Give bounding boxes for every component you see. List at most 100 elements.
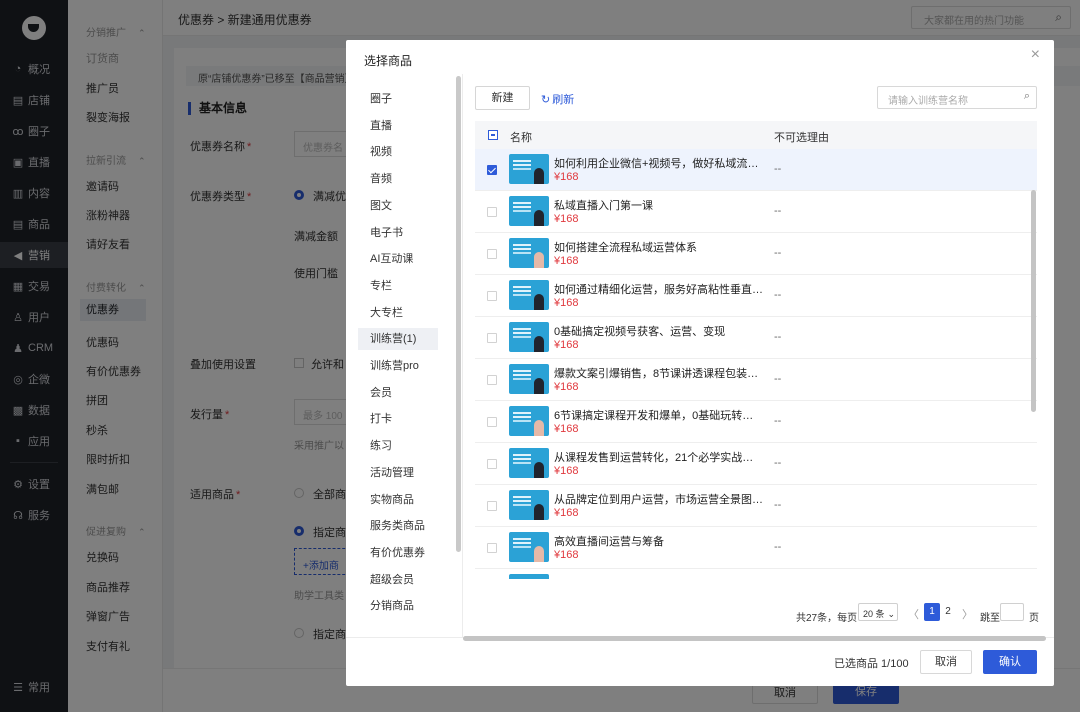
modal-confirm-button[interactable]: 确认 [983,650,1037,674]
category-item[interactable]: AI互动课 [358,248,438,270]
category-item[interactable]: 直播 [358,115,438,137]
course-thumbnail [509,322,549,352]
goods-price: ¥168 [554,465,579,477]
goods-price: ¥168 [554,171,579,183]
goods-name: 如何搭建全流程私域运营体系 [554,242,697,254]
page-size-select[interactable]: 20 条 ⌄ [858,603,898,621]
table-row[interactable]: 6节课搞定课程开发和爆单，0基础玩转引流变现 ¥168 -- [475,401,1037,443]
category-item[interactable]: 练习 [358,435,438,457]
row-checkbox[interactable] [487,249,497,259]
search-icon[interactable]: ⌕ [1024,90,1030,103]
course-thumbnail [509,364,549,394]
row-checkbox[interactable] [487,165,497,175]
table-row[interactable]: 如何通过精细化运营，服务好高粘性垂直类用户 ¥168 -- [475,275,1037,317]
course-thumbnail [509,448,549,478]
unselectable-reason: -- [774,499,782,511]
category-item[interactable]: 活动管理 [358,462,438,484]
goods-name: 0基础搞定视频号获客、运营、变现 [554,326,726,338]
goods-price: ¥168 [554,339,579,351]
goods-price: ¥168 [554,297,579,309]
category-item[interactable]: 音频 [358,168,438,190]
page-2[interactable]: 2 [940,603,956,621]
category-item[interactable]: 有价优惠券 [358,542,438,564]
goods-search-input[interactable]: 请输入训练营名称 ⌕ [877,86,1037,109]
total-text: 共27条，每页 [796,613,858,624]
column-header-reason: 不可选理由 [774,132,829,144]
horizontal-scrollbar[interactable] [463,636,1046,641]
goods-price: ¥168 [554,507,579,519]
goods-price: ¥168 [554,423,579,435]
unselectable-reason: -- [774,163,782,175]
table-header: 名称 不可选理由 [475,121,1037,149]
category-scrollbar[interactable] [456,76,461,552]
next-page-icon[interactable]: 〉 [962,606,973,622]
table-row[interactable]: 从品牌定位到用户运营，市场运营全景图解析 ¥168 -- [475,485,1037,527]
unselectable-reason: -- [774,541,782,553]
goods-price: ¥168 [554,255,579,267]
unselectable-reason: -- [774,457,782,469]
close-icon[interactable]: × [1031,46,1040,64]
goods-name: 6节课搞定课程开发和爆单，0基础玩转引流变现 [554,410,764,422]
category-item[interactable]: 实物商品 [358,489,438,511]
row-checkbox[interactable] [487,333,497,343]
new-button[interactable]: 新建 [475,86,530,110]
table-row[interactable]: 爆款文案引爆销售，8节课讲透课程包装到推广 ¥168 -- [475,359,1037,401]
row-checkbox[interactable] [487,207,497,217]
table-row[interactable]: 私域直播入门第一课 ¥168 -- [475,191,1037,233]
category-item[interactable]: 超级会员 [358,569,438,591]
category-item[interactable]: 服务类商品 [358,515,438,537]
course-thumbnail [509,238,549,268]
row-checkbox[interactable] [487,501,497,511]
table-vertical-scrollbar[interactable] [1031,190,1036,412]
table-row[interactable]: 从课程发售到运营转化，21个必学实战技巧 ¥168 -- [475,443,1037,485]
prev-page-icon[interactable]: 〈 [908,606,919,622]
course-thumbnail [509,532,549,562]
category-item[interactable]: 会员 [358,382,438,404]
row-checkbox[interactable] [487,417,497,427]
table-row[interactable] [475,569,1037,579]
unselectable-reason: -- [774,289,782,301]
course-thumbnail [509,280,549,310]
row-checkbox[interactable] [487,291,497,301]
modal-cancel-button[interactable]: 取消 [920,650,972,674]
course-thumbnail [509,574,549,579]
course-thumbnail [509,406,549,436]
category-item[interactable]: 打卡 [358,408,438,430]
unselectable-reason: -- [774,373,782,385]
category-item[interactable]: 训练营pro [358,355,438,377]
goods-name: 私域直播入门第一课 [554,200,653,212]
refresh-button[interactable]: ↻ 刷新 [541,91,574,107]
goods-name: 从课程发售到运营转化，21个必学实战技巧 [554,452,764,464]
goods-name: 如何通过精细化运营，服务好高粘性垂直类用户 [554,284,764,296]
modal-title: 选择商品 [364,54,413,68]
category-item[interactable]: 电子书 [358,222,438,244]
row-checkbox[interactable] [487,459,497,469]
page-1[interactable]: 1 [924,603,940,621]
row-checkbox[interactable] [487,375,497,385]
table-row[interactable]: 如何搭建全流程私域运营体系 ¥168 -- [475,233,1037,275]
category-item[interactable]: 视频 [358,141,438,163]
jump-page-input[interactable] [1000,603,1024,621]
category-item[interactable]: 圈子 [358,88,438,110]
course-thumbnail [509,196,549,226]
page-unit-label: 页 [1029,613,1039,624]
column-header-name: 名称 [510,132,532,144]
goods-name: 高效直播间运营与筹备 [554,536,664,548]
table-row[interactable]: 如何利用企业微信+视频号，做好私域流量转化 ¥168 -- [475,149,1037,191]
page-size-value: 20 条 [863,609,885,619]
select-goods-modal: 选择商品 × 圈子直播视频音频图文电子书 AI互动课专栏大专栏训练营(1) 训练营p… [346,40,1054,686]
select-all-checkbox[interactable] [488,130,498,140]
category-item[interactable]: 大专栏 [358,302,438,324]
table-row[interactable]: 0基础搞定视频号获客、运营、变现 ¥168 -- [475,317,1037,359]
goods-table-body: 如何利用企业微信+视频号，做好私域流量转化 ¥168 -- 私域直播入门第一课 ¥168… [475,149,1037,579]
category-item[interactable]: 专栏 [358,275,438,297]
category-list: 圈子直播视频音频图文电子书 AI互动课专栏大专栏训练营(1) 训练营pro 会员打卡练… [346,74,463,637]
category-item[interactable]: 训练营(1) [358,328,438,351]
category-item[interactable]: 分销商品 [358,595,438,617]
row-checkbox[interactable] [487,543,497,553]
category-item[interactable]: 图文 [358,195,438,217]
table-row[interactable]: 高效直播间运营与筹备 ¥168 -- [475,527,1037,569]
goods-name: 从品牌定位到用户运营，市场运营全景图解析 [554,494,764,506]
modal-footer: 已选商品 1/100 取消 确认 [346,637,1054,686]
selected-count: 已选商品 1/100 [834,658,909,670]
